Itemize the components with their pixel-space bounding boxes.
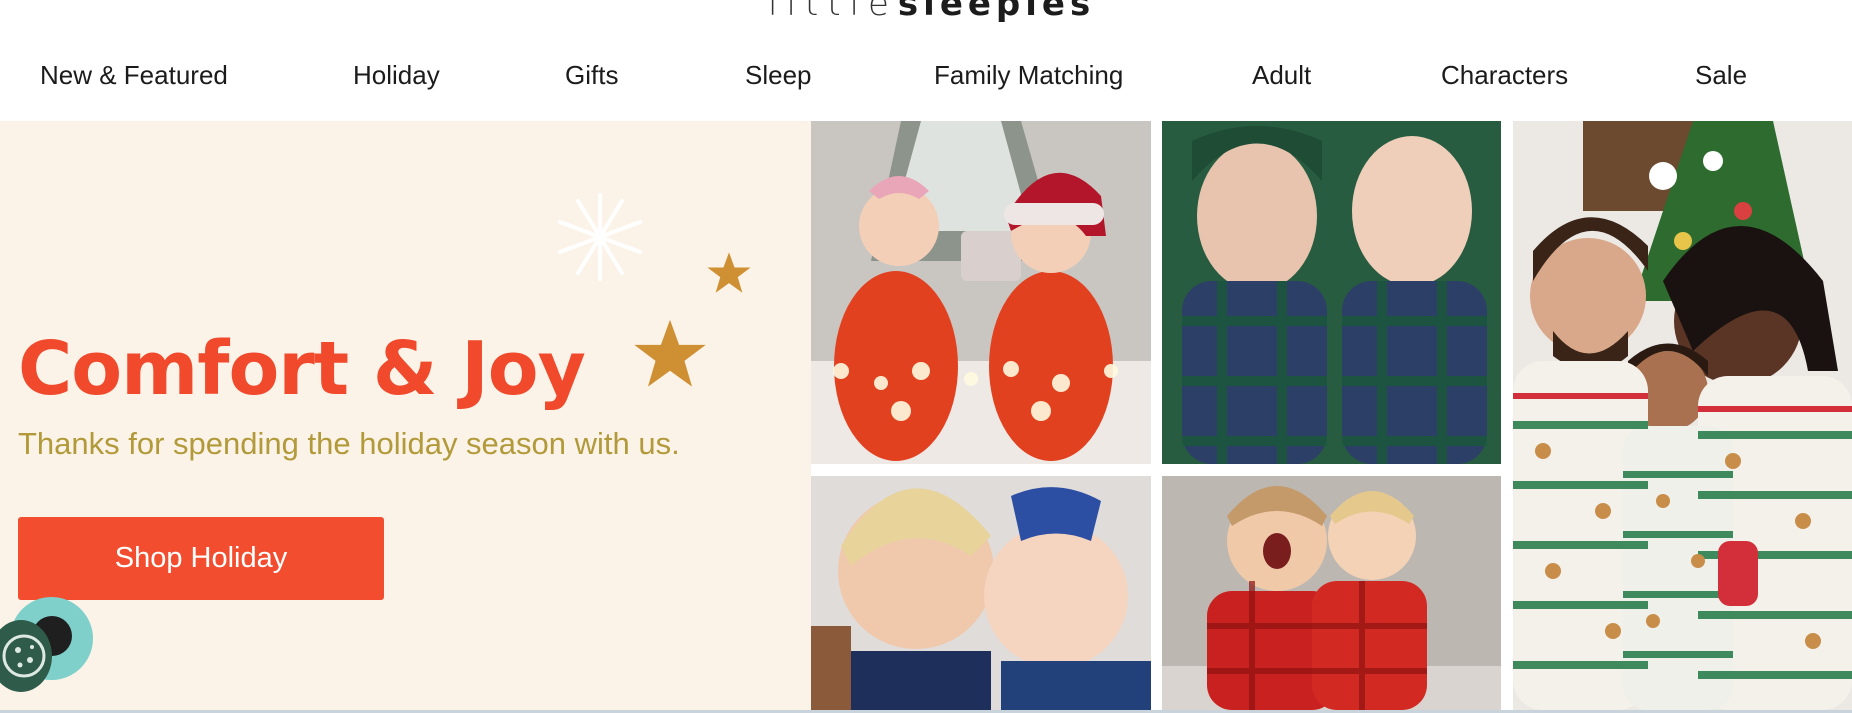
cookie-icon — [2, 634, 46, 678]
photo-babies-red-pajamas[interactable] — [811, 121, 1151, 464]
sparkle-icon — [558, 193, 642, 281]
hero-text-panel: Comfort & Joy Thanks for spending the ho… — [0, 121, 811, 710]
nav-item-sale[interactable]: Sale — [1695, 60, 1747, 91]
photo-babies-green-plaid[interactable] — [1162, 121, 1501, 464]
logo-light-text: little — [768, 0, 898, 24]
small-star-icon — [707, 252, 751, 293]
main-nav: New & Featured Holiday Gifts Sleep Famil… — [0, 54, 1852, 100]
nav-item-characters[interactable]: Characters — [1441, 60, 1568, 91]
photo-toddler-kissing-baby[interactable] — [811, 476, 1151, 710]
nav-item-sleep[interactable]: Sleep — [745, 60, 812, 91]
photo-toddlers-red-plaid[interactable] — [1162, 476, 1501, 710]
hero-subtitle: Thanks for spending the holiday season w… — [18, 426, 680, 461]
hero-banner: Comfort & Joy Thanks for spending the ho… — [0, 121, 1852, 710]
brand-logo[interactable]: littlesleepies — [768, 0, 1095, 24]
big-star-icon — [634, 319, 706, 387]
hero-title: Comfort & Joy — [18, 326, 586, 412]
nav-item-holiday[interactable]: Holiday — [353, 60, 440, 91]
logo-bold-text: sleepies — [897, 0, 1096, 24]
photo-family-matching-pajamas[interactable] — [1513, 121, 1852, 710]
shop-holiday-button[interactable]: Shop Holiday — [18, 517, 384, 600]
logo-bar: littlesleepies — [0, 0, 1852, 32]
nav-item-family-matching[interactable]: Family Matching — [934, 60, 1123, 91]
nav-item-new-featured[interactable]: New & Featured — [40, 60, 228, 91]
nav-item-gifts[interactable]: Gifts — [565, 60, 618, 91]
nav-item-adult[interactable]: Adult — [1252, 60, 1311, 91]
cookie-settings-button[interactable] — [0, 620, 52, 692]
